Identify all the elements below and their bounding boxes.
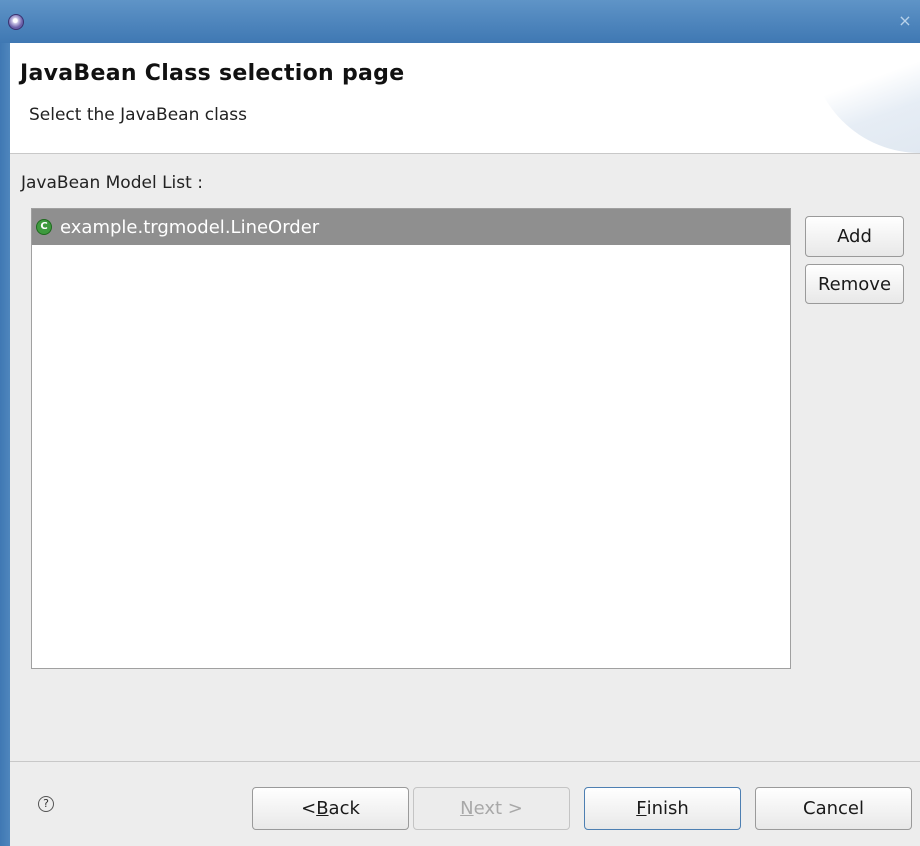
wizard-header: JavaBean Class selection page Select the…: [10, 43, 920, 153]
window-titlebar: ×: [0, 0, 920, 43]
window-frame-left: [0, 43, 10, 846]
close-icon[interactable]: ×: [896, 12, 914, 30]
header-separator: [10, 153, 920, 154]
back-button[interactable]: < Back: [252, 787, 409, 830]
finish-button-mnemonic: F: [636, 798, 647, 819]
finish-button[interactable]: Finish: [584, 787, 741, 830]
list-item[interactable]: C example.trgmodel.LineOrder: [32, 209, 790, 245]
back-button-mnemonic: B: [316, 798, 329, 819]
help-icon[interactable]: ?: [38, 796, 54, 812]
finish-button-rest: inish: [646, 798, 689, 819]
back-button-rest: ack: [328, 798, 360, 819]
class-icon: C: [36, 219, 52, 235]
eclipse-app-icon: [8, 14, 24, 30]
list-item-label: example.trgmodel.LineOrder: [60, 216, 320, 238]
model-list-label: JavaBean Model List :: [21, 173, 203, 193]
javabean-model-list[interactable]: C example.trgmodel.LineOrder: [31, 208, 791, 669]
add-button[interactable]: Add: [805, 216, 904, 257]
wizard-banner-art: [810, 43, 920, 153]
next-button-rest: ext >: [473, 798, 523, 819]
next-button-mnemonic: N: [460, 798, 474, 819]
next-button[interactable]: Next >: [413, 787, 570, 830]
remove-button[interactable]: Remove: [805, 264, 904, 304]
cancel-button[interactable]: Cancel: [755, 787, 912, 830]
page-title: JavaBean Class selection page: [20, 61, 405, 86]
back-button-prefix: <: [301, 798, 317, 819]
page-description: Select the JavaBean class: [29, 105, 247, 125]
footer-separator: [10, 761, 920, 762]
